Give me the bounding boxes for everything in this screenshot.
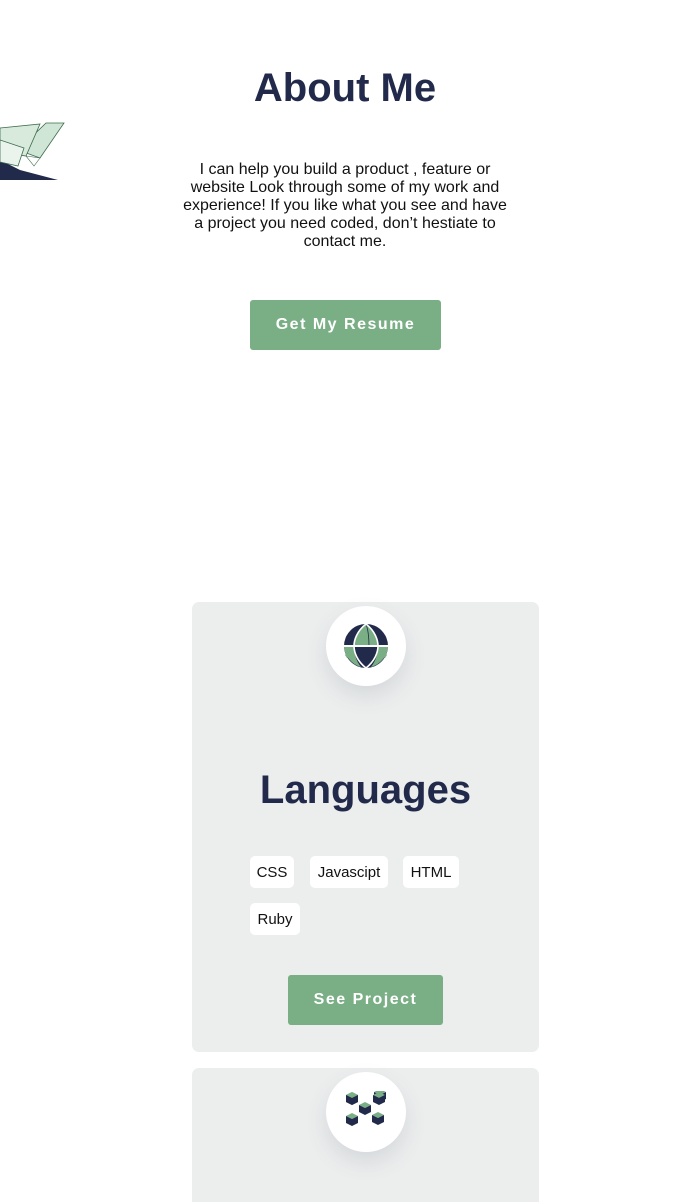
frameworks-card xyxy=(192,1068,539,1202)
card-icon-circle xyxy=(326,1072,406,1152)
tag-javascript: Javascipt xyxy=(310,856,388,888)
page: About Me I can help you build a product … xyxy=(0,0,690,1202)
tag-html: HTML xyxy=(403,856,459,888)
paper-crane-icon xyxy=(0,122,65,180)
card-icon-circle xyxy=(326,606,406,686)
get-resume-button[interactable]: Get My Resume xyxy=(250,300,441,350)
see-project-button[interactable]: See Project xyxy=(288,975,443,1025)
cubes-icon xyxy=(346,1091,386,1126)
globe-icon xyxy=(344,623,388,669)
tag-ruby: Ruby xyxy=(250,903,300,935)
languages-card: Languages CSS Javascipt HTML Ruby See Pr… xyxy=(192,602,539,1052)
card-title: Languages xyxy=(259,768,472,812)
about-description: I can help you build a product , feature… xyxy=(183,161,507,250)
tag-css: CSS xyxy=(250,856,294,888)
about-title: About Me xyxy=(253,66,437,110)
